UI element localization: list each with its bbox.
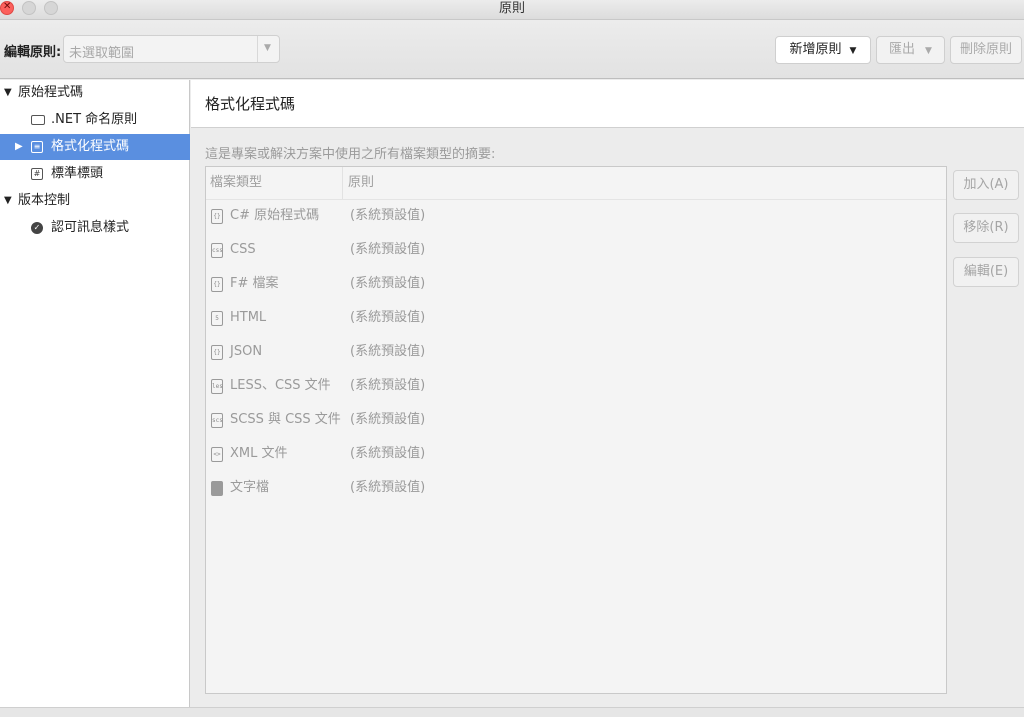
table-row[interactable]: <> XML 文件 (系統預設值) xyxy=(206,437,946,471)
table-row[interactable]: css CSS (系統預設值) xyxy=(206,233,946,267)
summary-text: 這是專案或解決方案中使用之所有檔案類型的摘要: xyxy=(205,147,496,162)
new-policy-label: 新增原則 xyxy=(789,42,842,57)
policy-value: (系統預設值) xyxy=(350,446,426,461)
file-type-name: XML 文件 xyxy=(230,446,288,461)
title-bar: 原則 xyxy=(0,0,1024,20)
table-row[interactable]: {} F# 檔案 (系統預設值) xyxy=(206,267,946,301)
toolbar: 編輯原則: 未選取範圍 ▼ 新增原則 ▼ 匯出 ▼ 刪除原則 xyxy=(0,20,1024,79)
sidebar-item-label: 格式化程式碼 xyxy=(51,139,130,154)
code-braces-icon: {} xyxy=(211,209,223,224)
sidebar: ▼ 原始程式碼 .NET 命名原則 ▶ ≡ 格式化程式碼 # 標準標頭 ▼ 版本… xyxy=(0,80,190,707)
window-bottom-bar xyxy=(0,707,1024,717)
new-policy-button[interactable]: 新增原則 ▼ xyxy=(775,36,871,64)
sidebar-item-commit-message-style[interactable]: ✓ 認可訊息樣式 xyxy=(0,215,190,241)
less-file-icon: less xyxy=(211,379,223,394)
page-title: 格式化程式碼 xyxy=(205,95,296,113)
add-button[interactable]: 加入(A) xyxy=(953,170,1019,200)
sidebar-item-label: 標準標頭 xyxy=(51,166,104,181)
file-type-name: SCSS 與 CSS 文件 xyxy=(230,412,341,427)
chevron-down-icon: ▼ xyxy=(264,43,271,53)
sidebar-item-standard-header[interactable]: # 標準標頭 xyxy=(0,161,190,187)
policy-value: (系統預設值) xyxy=(350,344,426,359)
delete-policy-button[interactable]: 刪除原則 xyxy=(950,36,1022,64)
sidebar-item-net-naming[interactable]: .NET 命名原則 xyxy=(0,107,190,133)
window-title: 原則 xyxy=(498,1,525,16)
scss-file-icon: scss xyxy=(211,413,223,428)
xml-file-icon: <> xyxy=(211,447,223,462)
disclosure-expanded-icon[interactable]: ▼ xyxy=(4,188,12,214)
file-type-table[interactable]: 檔案類型 原則 {} C# 原始程式碼 (系統預設值) css CSS (系統預… xyxy=(205,166,947,694)
panel-header: 格式化程式碼 xyxy=(191,80,1024,128)
disclosure-expanded-icon[interactable]: ▼ xyxy=(4,80,12,106)
disclosure-collapsed-icon[interactable]: ▶ xyxy=(15,134,23,160)
policy-value: (系統預設值) xyxy=(350,378,426,393)
tree-group-label: 版本控制 xyxy=(18,193,71,208)
dropdown-caret-icon: ▼ xyxy=(849,46,857,56)
scope-select-value: 未選取範圍 xyxy=(69,46,135,61)
file-type-name: C# 原始程式碼 xyxy=(230,208,320,223)
table-row[interactable]: {} JSON (系統預設值) xyxy=(206,335,946,369)
sidebar-item-code-formatting[interactable]: ▶ ≡ 格式化程式碼 xyxy=(0,134,190,160)
code-braces-icon: {} xyxy=(211,277,223,292)
html-file-icon: 5 xyxy=(211,311,223,326)
edit-button[interactable]: 編輯(E) xyxy=(953,257,1019,287)
table-row[interactable]: 5 HTML (系統預設值) xyxy=(206,301,946,335)
main-panel: 格式化程式碼 這是專案或解決方案中使用之所有檔案類型的摘要: 檔案類型 原則 {… xyxy=(191,80,1024,707)
file-type-name: 文字檔 xyxy=(230,480,270,495)
column-header-file-type[interactable]: 檔案類型 xyxy=(210,167,343,199)
export-label: 匯出 xyxy=(889,42,916,57)
formatting-icon: ≡ xyxy=(31,141,43,153)
policy-value: (系統預設值) xyxy=(350,480,426,495)
file-type-name: F# 檔案 xyxy=(230,276,279,291)
policy-value: (系統預設值) xyxy=(350,310,426,325)
table-row[interactable]: less LESS、CSS 文件 (系統預設值) xyxy=(206,369,946,403)
table-row[interactable]: 文字檔 (系統預設值) xyxy=(206,471,946,505)
sidebar-item-label: .NET 命名原則 xyxy=(51,112,138,127)
table-row[interactable]: scss SCSS 與 CSS 文件 (系統預設值) xyxy=(206,403,946,437)
code-braces-icon: {} xyxy=(211,345,223,360)
text-file-icon xyxy=(211,481,223,496)
tree-group-version-control[interactable]: ▼ 版本控制 xyxy=(0,188,190,214)
table-row[interactable]: {} C# 原始程式碼 (系統預設值) xyxy=(206,199,946,233)
policy-value: (系統預設值) xyxy=(350,412,426,427)
naming-icon xyxy=(31,115,45,125)
file-type-name: LESS、CSS 文件 xyxy=(230,378,331,393)
policy-value: (系統預設值) xyxy=(350,242,426,257)
column-header-policy[interactable]: 原則 xyxy=(348,167,374,199)
file-type-name: CSS xyxy=(230,242,256,257)
hash-icon: # xyxy=(31,168,43,180)
scope-select-arrow[interactable]: ▼ xyxy=(257,36,279,62)
css-file-icon: css xyxy=(211,243,223,258)
sidebar-item-label: 認可訊息樣式 xyxy=(51,220,130,235)
policy-value: (系統預設值) xyxy=(350,276,426,291)
edit-policy-label: 編輯原則: xyxy=(4,45,62,60)
remove-button[interactable]: 移除(R) xyxy=(953,213,1019,243)
dropdown-caret-icon: ▼ xyxy=(925,46,932,56)
policy-value: (系統預設值) xyxy=(350,208,426,223)
file-type-name: JSON xyxy=(230,344,263,359)
scope-select[interactable]: 未選取範圍 ▼ xyxy=(63,35,280,63)
tree-group-label: 原始程式碼 xyxy=(18,85,84,100)
tree-group-source-code[interactable]: ▼ 原始程式碼 xyxy=(0,80,190,106)
checkmark-circle-icon: ✓ xyxy=(31,222,43,234)
export-button[interactable]: 匯出 ▼ xyxy=(876,36,945,64)
file-type-name: HTML xyxy=(230,310,267,325)
